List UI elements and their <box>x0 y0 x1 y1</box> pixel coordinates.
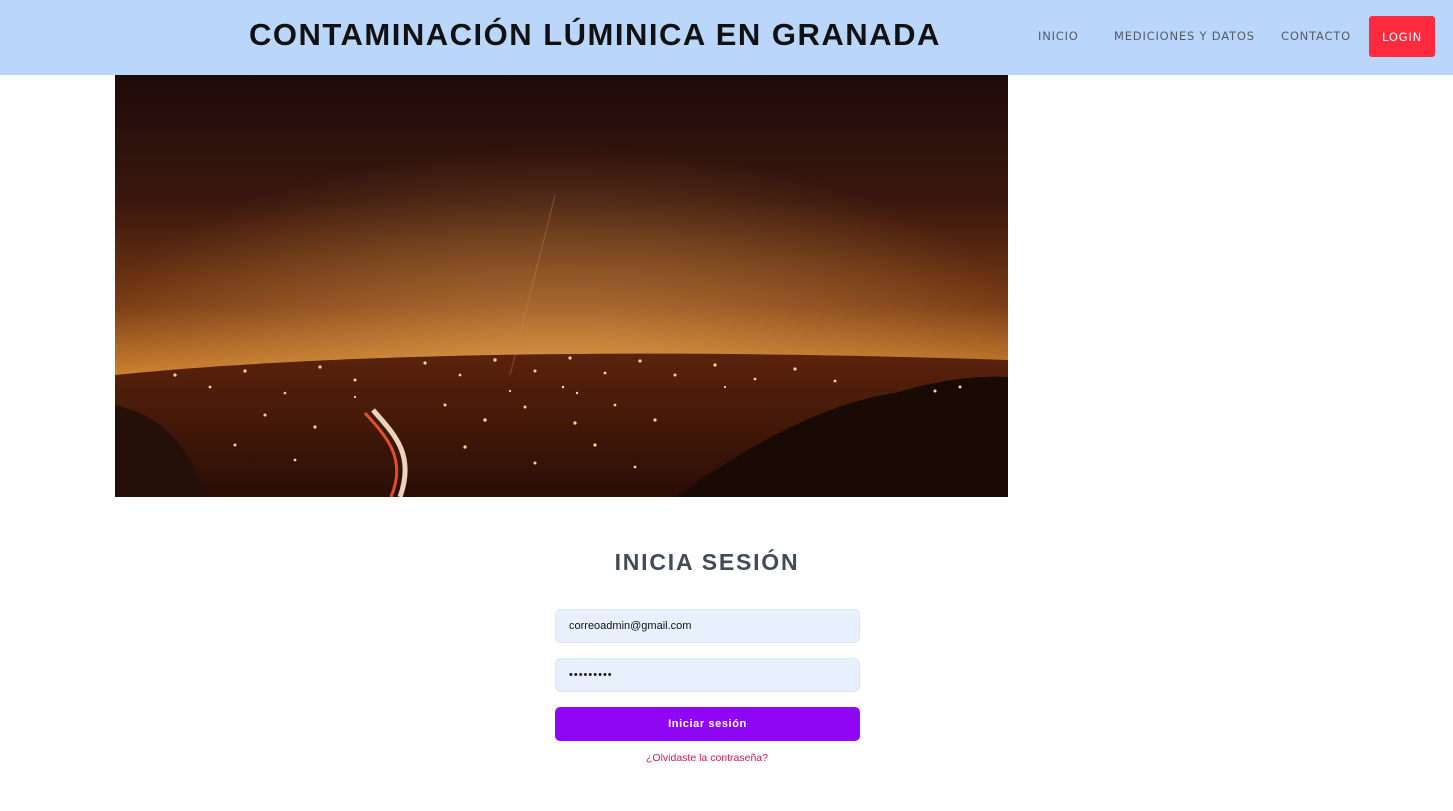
nav-mediciones-link[interactable]: MEDICIONES Y DATOS <box>1114 28 1255 44</box>
login-button[interactable]: LOGIN <box>1369 16 1435 57</box>
email-field[interactable] <box>555 609 860 643</box>
forgot-password-link[interactable]: ¿Olvidaste la contraseña? <box>557 751 857 765</box>
site-title: CONTAMINACIÓN LÚMINICA EN GRANADA <box>249 17 941 52</box>
nav-inicio-link[interactable]: INICIO <box>1038 28 1079 44</box>
submit-login-button[interactable]: Iniciar sesión <box>555 707 860 741</box>
top-navbar: CONTAMINACIÓN LÚMINICA EN GRANADA INICIO… <box>0 0 1453 75</box>
login-title: INICIA SESIÓN <box>614 549 800 575</box>
nav-contacto-link[interactable]: CONTACTO <box>1281 28 1351 44</box>
password-field[interactable] <box>555 658 860 692</box>
hero-city-lights-image <box>115 75 1008 497</box>
